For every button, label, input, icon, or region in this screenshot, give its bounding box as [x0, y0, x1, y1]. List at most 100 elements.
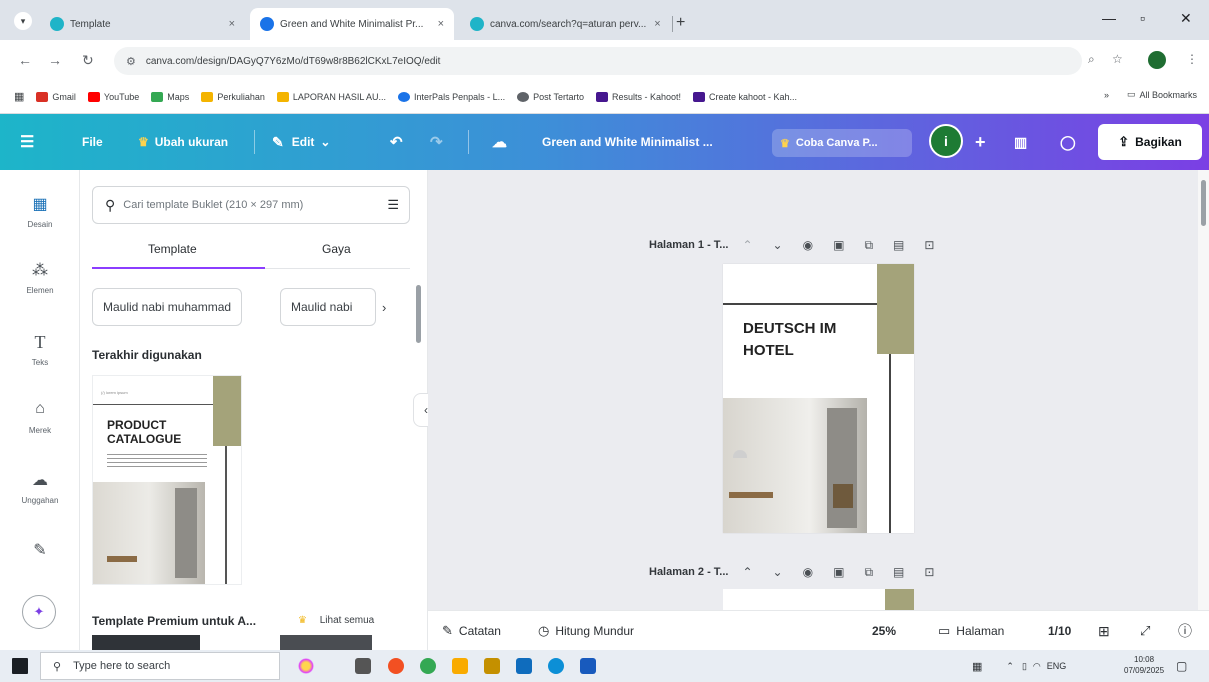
- fullscreen-icon[interactable]: ⤢: [1140, 611, 1150, 651]
- lock-icon[interactable]: ▣: [833, 238, 844, 252]
- chevron-up-icon[interactable]: ⌃: [1006, 661, 1014, 672]
- redo-icon[interactable]: ↷: [430, 114, 443, 170]
- zoom-icon[interactable]: ⌕: [1088, 52, 1095, 67]
- tab-search-dropdown-icon[interactable]: ▾: [14, 12, 32, 30]
- page-2-label[interactable]: Halaman 2 - T...: [649, 566, 728, 578]
- copilot-sparkle-icon[interactable]: [298, 658, 314, 674]
- close-window-icon[interactable]: ✕: [1180, 10, 1192, 27]
- hide-eye-icon[interactable]: ◉: [803, 565, 813, 579]
- reload-icon[interactable]: ↻: [82, 52, 94, 69]
- browser-menu-icon[interactable]: ⋮: [1186, 52, 1198, 66]
- rail-upload[interactable]: ☁ Unggahan: [0, 470, 80, 505]
- language-indicator[interactable]: ENG: [1047, 661, 1067, 671]
- undo-icon[interactable]: ↶: [390, 114, 403, 170]
- rail-elements[interactable]: ⁂ Elemen: [0, 260, 80, 295]
- bookmark-maps[interactable]: Maps: [151, 91, 189, 102]
- widget-icon[interactable]: ▦: [972, 660, 982, 673]
- outlook-icon[interactable]: [516, 658, 532, 674]
- pages-button[interactable]: ▭ Halaman: [938, 611, 1004, 651]
- bookmark-youtube[interactable]: YouTube: [87, 91, 139, 102]
- document-title[interactable]: Green and White Minimalist ...: [542, 114, 713, 170]
- see-all-link[interactable]: ♛ Lihat semua: [298, 615, 374, 626]
- analytics-icon[interactable]: ▥: [1014, 114, 1027, 170]
- magic-sparkle-button[interactable]: ✦: [22, 595, 56, 629]
- premium-template-thumbnail[interactable]: [280, 635, 372, 650]
- taskbar-clock[interactable]: 10:08 07/09/2025: [1124, 654, 1164, 676]
- recent-template-thumbnail[interactable]: (/) lorem ipsum PRODUCT CATALOGUE: [92, 375, 242, 585]
- back-icon[interactable]: ←: [18, 52, 32, 68]
- word-icon[interactable]: [580, 658, 596, 674]
- bookmark-kahoot-create[interactable]: Create kahoot - Kah...: [693, 91, 797, 102]
- grid-view-icon[interactable]: ⊞: [1098, 611, 1110, 651]
- zoom-level[interactable]: 25%: [872, 611, 896, 651]
- address-bar[interactable]: ⚙ canva.com/design/DAGyQ7Y6zMo/dT69w8r8B…: [114, 47, 1082, 75]
- apps-grid-icon[interactable]: ▦: [14, 90, 24, 103]
- site-info-icon[interactable]: ⚙: [126, 55, 136, 68]
- chevron-down-icon[interactable]: ⌄: [773, 565, 783, 579]
- app-icon[interactable]: [388, 658, 404, 674]
- bookmark-star-icon[interactable]: ☆: [1112, 52, 1123, 66]
- new-tab-button[interactable]: +: [676, 14, 685, 32]
- trash-icon[interactable]: ▤: [893, 565, 904, 579]
- page-1[interactable]: DEUTSCH IM HOTEL: [723, 264, 914, 533]
- page-1-title[interactable]: DEUTSCH IM HOTEL: [743, 318, 836, 362]
- page-1-label[interactable]: Halaman 1 - T...: [649, 239, 728, 251]
- rail-draw[interactable]: ✎: [0, 540, 80, 566]
- duplicate-icon[interactable]: ⧉: [864, 565, 873, 580]
- try-canva-pro-button[interactable]: ♛ Coba Canva P...: [772, 129, 912, 157]
- file-explorer-icon[interactable]: [452, 658, 468, 674]
- bookmark-interpals[interactable]: InterPals Penpals - L...: [398, 91, 505, 102]
- page-count[interactable]: 1/10: [1048, 611, 1071, 651]
- notes-button[interactable]: ✎ Catatan: [442, 611, 501, 651]
- tab-style[interactable]: Gaya: [322, 242, 351, 256]
- close-tab-icon[interactable]: ×: [221, 18, 235, 30]
- browser-tab-search[interactable]: canva.com/search?q=aturan perv... ×: [460, 8, 670, 40]
- minimize-icon[interactable]: —: [1102, 10, 1116, 26]
- file-menu-button[interactable]: File: [82, 114, 103, 170]
- duplicate-icon[interactable]: ⧉: [864, 238, 873, 253]
- bookmark-perkuliahan[interactable]: Perkuliahan: [201, 91, 265, 102]
- add-collaborator-button[interactable]: +: [975, 114, 986, 170]
- template-search-input[interactable]: ⚲ Cari template Buklet (210 × 297 mm) ☰: [92, 186, 410, 224]
- resize-button[interactable]: ♛ Ubah ukuran: [138, 114, 228, 170]
- share-button[interactable]: ⇪ Bagikan: [1098, 124, 1202, 160]
- lock-icon[interactable]: ▣: [833, 565, 844, 579]
- bookmark-kahoot-results[interactable]: Results - Kahoot!: [595, 91, 681, 102]
- windows-start-icon[interactable]: [12, 658, 28, 674]
- bookmark-post[interactable]: Post Tertarto: [517, 91, 584, 102]
- filter-icon[interactable]: ☰: [387, 197, 399, 213]
- accent-bar[interactable]: [877, 264, 914, 354]
- all-bookmarks-link[interactable]: All Bookmarks: [1139, 90, 1197, 100]
- help-icon[interactable]: ⓘ: [1178, 611, 1192, 651]
- room-photo[interactable]: [723, 398, 867, 533]
- edit-menu-button[interactable]: ✎ Edit ⌄: [272, 114, 330, 170]
- cloud-saved-icon[interactable]: ☁: [492, 114, 507, 170]
- forward-icon[interactable]: →: [48, 52, 62, 68]
- canvas-scrollbar[interactable]: [1198, 170, 1209, 650]
- chevron-right-icon[interactable]: ›: [382, 300, 386, 315]
- app-icon[interactable]: [484, 658, 500, 674]
- add-page-icon[interactable]: ⊡: [924, 565, 934, 579]
- trash-icon[interactable]: ▤: [893, 238, 904, 252]
- add-page-icon[interactable]: ⊡: [924, 238, 934, 252]
- battery-icon[interactable]: ▯: [1022, 661, 1027, 672]
- edge-icon[interactable]: [548, 658, 564, 674]
- notifications-icon[interactable]: ▢: [1176, 650, 1187, 682]
- tab-template[interactable]: Template: [148, 242, 197, 256]
- browser-profile-avatar[interactable]: [1148, 51, 1166, 69]
- bookmark-gmail[interactable]: Gmail: [36, 91, 76, 102]
- chevron-up-icon[interactable]: ⌃: [742, 238, 752, 252]
- panel-scrollbar[interactable]: [416, 285, 421, 343]
- taskbar-search-input[interactable]: ⚲ Type here to search: [40, 652, 280, 680]
- rail-brand[interactable]: ⌂ Merek: [0, 400, 80, 435]
- comment-icon[interactable]: ◯: [1060, 114, 1076, 170]
- task-view-icon[interactable]: [355, 658, 371, 674]
- chrome-icon[interactable]: [420, 658, 436, 674]
- close-tab-icon[interactable]: ×: [646, 18, 660, 30]
- premium-template-thumbnail[interactable]: [92, 635, 200, 650]
- maximize-icon[interactable]: ▫: [1140, 10, 1145, 26]
- close-tab-icon[interactable]: ×: [430, 18, 444, 30]
- suggestion-chip[interactable]: Maulid nabi muhammad: [92, 288, 243, 326]
- rail-design[interactable]: ▦ Desain: [0, 194, 80, 229]
- timer-button[interactable]: ◷ Hitung Mundur: [538, 611, 634, 651]
